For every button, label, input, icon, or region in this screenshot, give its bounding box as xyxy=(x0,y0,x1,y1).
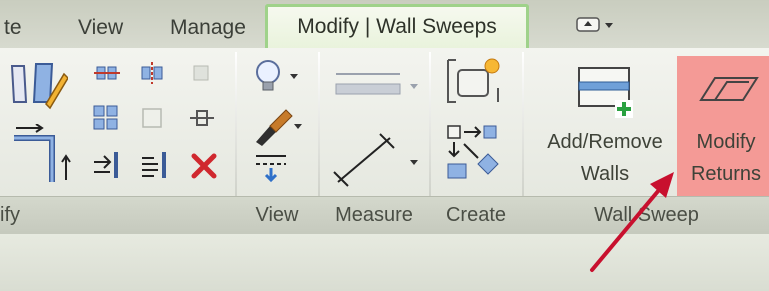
tab-manage[interactable]: Manage xyxy=(170,10,246,46)
annotation-arrow-icon xyxy=(590,172,674,272)
add-remove-walls-label-line1: Add/Remove xyxy=(547,131,663,153)
scale-disabled-icon xyxy=(142,108,162,128)
linework-icon[interactable] xyxy=(252,150,292,184)
align-tool-icon[interactable] xyxy=(6,58,68,114)
tab-view[interactable]: View xyxy=(78,10,123,46)
unpin-icon[interactable] xyxy=(188,106,216,132)
delete-icon[interactable] xyxy=(190,152,218,180)
create-parts-icon[interactable] xyxy=(442,120,508,186)
array-tool-icon[interactable] xyxy=(92,104,120,132)
window-switch-icon xyxy=(576,17,613,32)
quick-access-dropdown[interactable] xyxy=(575,14,617,36)
split-element-icon[interactable] xyxy=(92,150,122,180)
create-similar-icon[interactable] xyxy=(442,54,508,108)
override-graphics-brush-icon[interactable] xyxy=(252,104,304,146)
panel-label-create: Create xyxy=(445,204,507,226)
modify-returns-label-line1: Modify xyxy=(696,131,756,153)
tab-architecture[interactable]: te xyxy=(4,10,22,46)
modify-returns-icon xyxy=(699,77,759,101)
panel-label-measure: Measure xyxy=(335,204,413,226)
mirror-tool-icon[interactable] xyxy=(139,62,165,84)
ribbon-tab-bar: te View Manage Modify | Wall Sweeps xyxy=(0,0,769,49)
trim-extend-icon[interactable] xyxy=(12,124,74,186)
panel-label-modify: ify xyxy=(0,204,20,226)
tab-modify-wall-sweeps[interactable]: Modify | Wall Sweeps xyxy=(265,4,529,48)
copy-tool-icon[interactable] xyxy=(94,62,120,84)
measure-between-references-icon[interactable] xyxy=(330,64,422,110)
pin-disabled-icon xyxy=(193,65,209,81)
aligned-dimension-icon[interactable] xyxy=(330,130,422,190)
panel-label-view: View xyxy=(255,204,299,226)
hide-element-lightbulb-icon[interactable] xyxy=(252,56,304,98)
split-gap-icon[interactable] xyxy=(140,150,170,180)
add-remove-walls-icon xyxy=(578,67,633,118)
modify-returns-label-line2: Returns xyxy=(690,163,762,185)
